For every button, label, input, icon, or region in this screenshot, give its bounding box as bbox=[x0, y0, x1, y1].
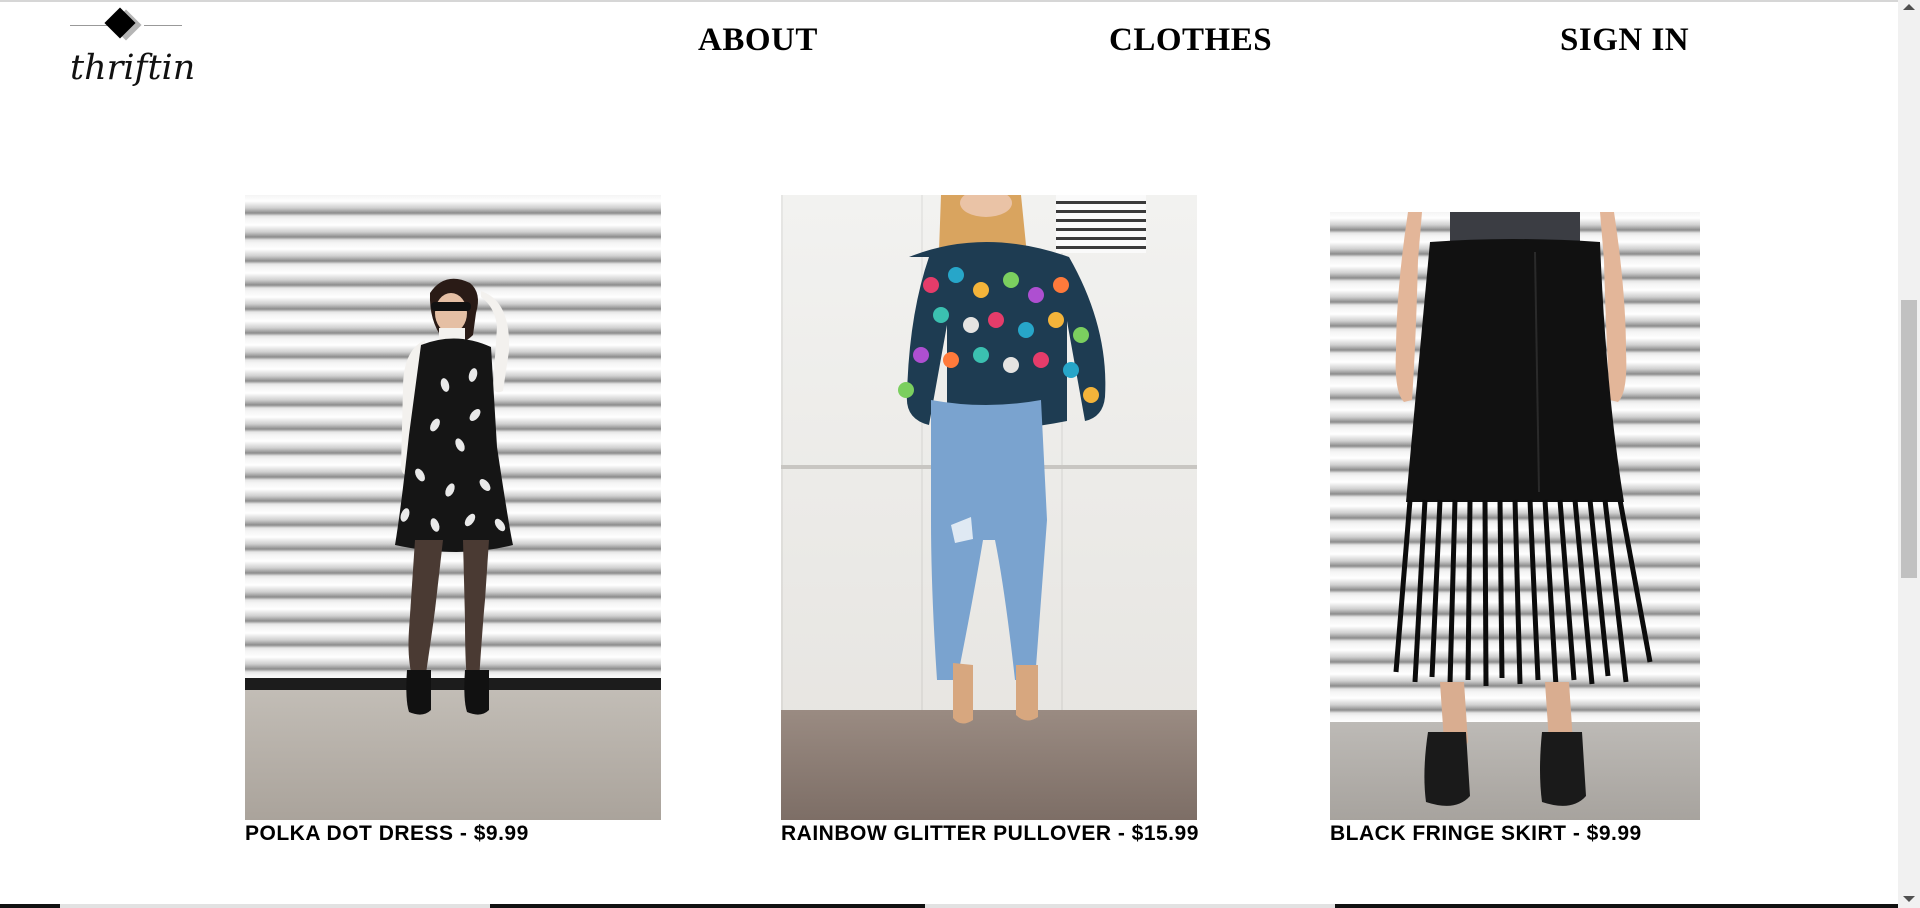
model-figure bbox=[395, 278, 513, 715]
next-row-preview bbox=[0, 904, 1898, 908]
strip-gap bbox=[925, 904, 1335, 908]
strip-gap bbox=[60, 904, 490, 908]
model-figure bbox=[898, 195, 1106, 724]
brand-logo[interactable]: thriftin bbox=[70, 7, 196, 94]
nav-sign-in-link[interactable]: SIGN IN bbox=[1560, 22, 1689, 59]
site-header: thriftin ABOUT CLOTHES SIGN IN bbox=[0, 0, 1898, 120]
nav-clothes-link[interactable]: CLOTHES bbox=[1109, 22, 1272, 59]
triangle-up-icon[interactable] bbox=[1903, 4, 1915, 10]
logo-line-left bbox=[70, 25, 108, 26]
scrollbar-thumb[interactable] bbox=[1901, 300, 1917, 578]
product-caption[interactable]: RAINBOW GLITTER PULLOVER - $15.99 bbox=[781, 822, 1199, 846]
product-image-polka-dot-dress[interactable] bbox=[245, 195, 661, 820]
product-caption[interactable]: BLACK FRINGE SKIRT - $9.99 bbox=[1330, 822, 1642, 846]
logo-line-right bbox=[144, 25, 182, 26]
brand-wordmark: thriftin bbox=[70, 48, 196, 88]
nav-about-link[interactable]: ABOUT bbox=[698, 22, 818, 59]
product-caption[interactable]: POLKA DOT DRESS - $9.99 bbox=[245, 822, 529, 846]
model-figure bbox=[1393, 212, 1653, 806]
triangle-down-icon[interactable] bbox=[1903, 896, 1915, 902]
product-image-rainbow-glitter-pullover[interactable] bbox=[781, 195, 1197, 820]
product-image-black-fringe-skirt[interactable] bbox=[1330, 212, 1700, 820]
